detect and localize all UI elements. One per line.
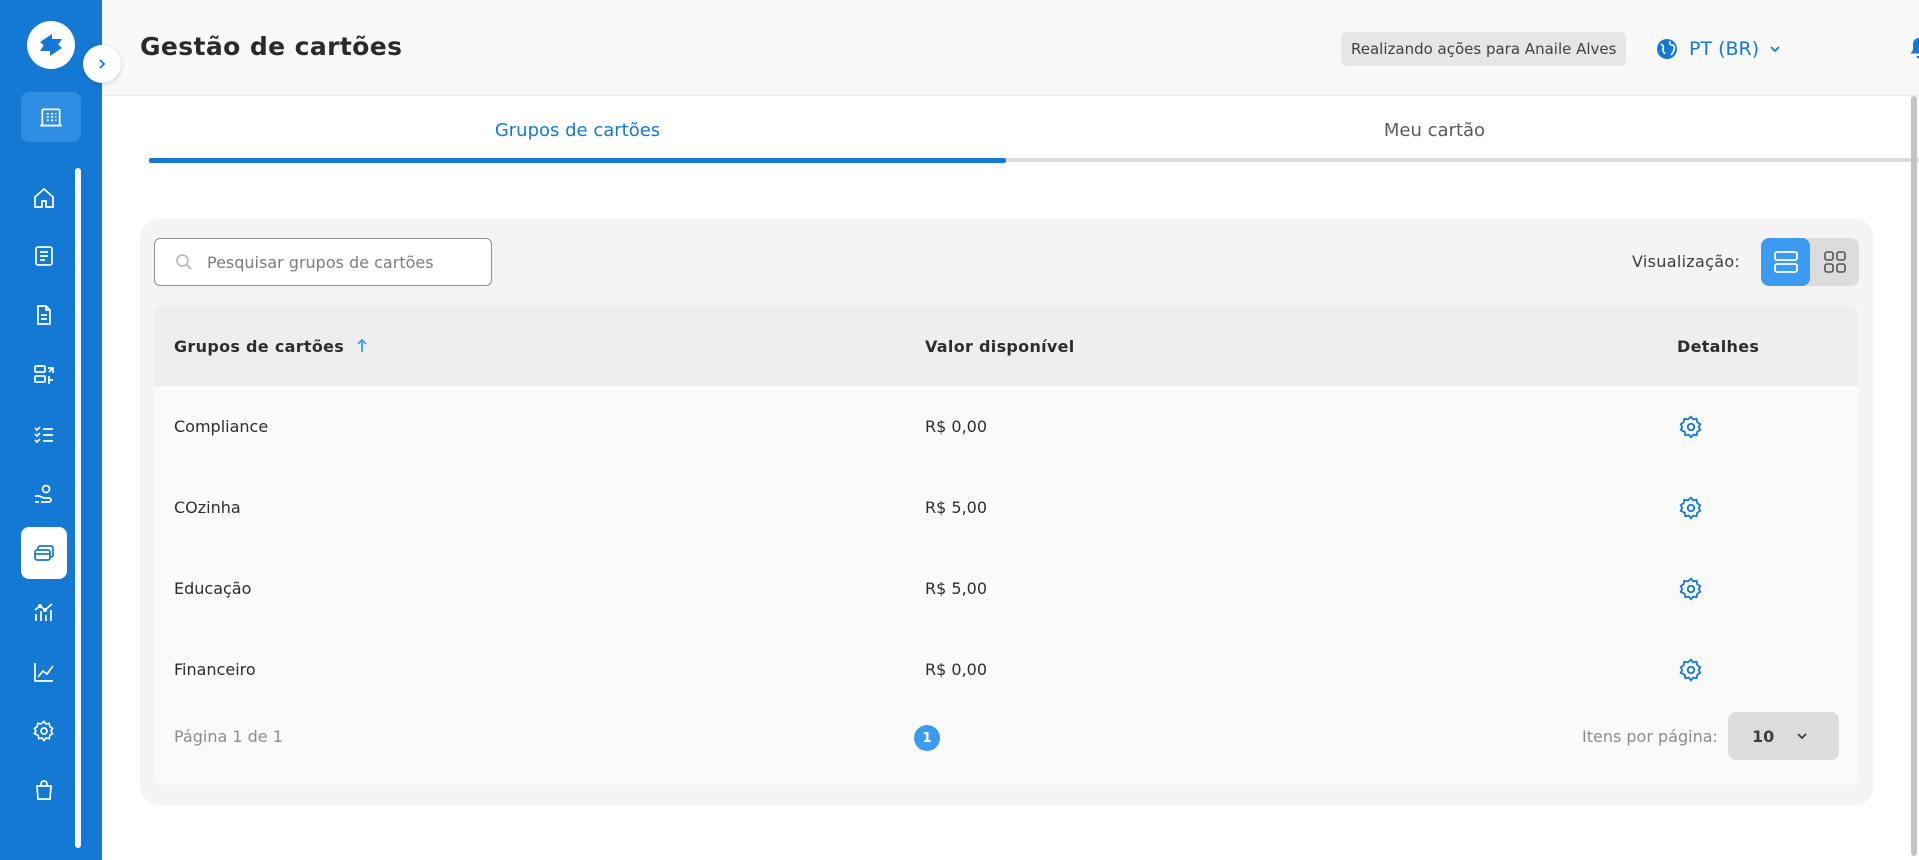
chevron-down-icon [1770, 46, 1780, 53]
tab-active-indicator [149, 158, 1006, 163]
sort-ascending-icon [357, 338, 367, 352]
sidebar [0, 0, 102, 860]
acting-as-badge: Realizando ações para Anaile Alves [1341, 32, 1627, 66]
notifications-button[interactable] [1908, 36, 1919, 64]
table-row: Financeiro R$ 0,00 [154, 629, 1859, 710]
page-title: Gestão de cartões [140, 32, 403, 61]
gear-icon [33, 720, 54, 742]
list-view-icon [1773, 251, 1798, 273]
card-groups-table: Grupos de cartões Valor disponível Detal… [154, 306, 1859, 785]
group-name-cell: COzinha [174, 498, 241, 517]
available-value-cell: R$ 0,00 [925, 660, 988, 679]
items-per-page-value: 10 [1752, 726, 1775, 746]
table-row: Compliance R$ 0,00 [154, 386, 1859, 467]
column-header-group-label: Grupos de cartões [174, 336, 345, 356]
pagination-bar: Página 1 de 1 1 Itens por página: 10 [154, 708, 1859, 768]
sidebar-item-reports[interactable] [21, 646, 67, 698]
list-document-icon [35, 246, 53, 266]
items-per-page-label: Itens por página: [1582, 727, 1718, 746]
bell-icon [1910, 38, 1919, 59]
details-button[interactable] [1678, 629, 1704, 710]
column-header-group[interactable]: Grupos de cartões [174, 306, 368, 386]
column-header-details: Detalhes [1677, 336, 1760, 356]
page-scrollbar[interactable] [1911, 96, 1917, 856]
sidebar-item-statements[interactable] [21, 230, 67, 282]
sidebar-expand-button[interactable] [83, 45, 121, 83]
items-per-page-select[interactable]: 10 [1728, 712, 1839, 760]
gear-icon [1679, 414, 1702, 439]
sidebar-item-tasks[interactable] [21, 408, 67, 460]
tab-my-card[interactable]: Meu cartão [1006, 96, 1863, 164]
search-input[interactable] [205, 251, 475, 273]
details-button[interactable] [1678, 548, 1704, 629]
home-icon [34, 187, 54, 208]
table-row: COzinha R$ 5,00 [154, 467, 1859, 548]
available-value-cell: R$ 5,00 [925, 579, 988, 598]
shopping-bag-icon [36, 780, 52, 800]
line-chart-icon [34, 663, 54, 682]
view-mode-toggle [1761, 238, 1859, 286]
available-value-cell: R$ 5,00 [925, 498, 988, 517]
table-header: Grupos de cartões Valor disponível Detal… [154, 306, 1859, 386]
grid-view-icon [1823, 251, 1846, 273]
tab-bar: Grupos de cartões Meu cartão [149, 96, 1919, 164]
sidebar-item-cards[interactable] [21, 527, 67, 579]
search-box[interactable] [154, 238, 492, 286]
chevron-right-icon [99, 59, 106, 69]
sidebar-item-transfers[interactable] [21, 348, 67, 400]
sidebar-item-documents[interactable] [21, 289, 67, 341]
brand-arrows-icon [40, 34, 62, 56]
gear-icon [1679, 657, 1702, 682]
available-value-cell: R$ 0,00 [925, 417, 988, 436]
column-header-value: Valor disponível [925, 336, 1075, 356]
card-groups-panel: Visualização: Grupos de cartões [140, 219, 1873, 805]
page-info: Página 1 de 1 [174, 727, 283, 746]
gear-icon [1679, 576, 1702, 601]
analytics-icon [34, 603, 53, 621]
search-icon [176, 254, 192, 270]
table-row: Educação R$ 5,00 [154, 548, 1859, 629]
sidebar-item-home[interactable] [21, 172, 67, 224]
checklist-icon [34, 426, 53, 444]
language-selector[interactable]: PT (BR) [1655, 34, 1781, 64]
details-button[interactable] [1678, 386, 1704, 467]
gear-icon [1679, 495, 1702, 520]
company-button[interactable] [21, 92, 81, 142]
cards-icon [34, 545, 54, 561]
group-name-cell: Compliance [174, 417, 269, 436]
tab-card-groups[interactable]: Grupos de cartões [149, 96, 1006, 164]
sidebar-item-settings[interactable] [21, 705, 67, 757]
grid-view-button[interactable] [1810, 238, 1859, 286]
document-icon [37, 305, 51, 325]
hand-coin-icon [35, 484, 52, 503]
group-name-cell: Educação [174, 579, 252, 598]
top-header: Gestão de cartões Realizando ações para … [102, 0, 1919, 96]
list-view-button[interactable] [1761, 238, 1810, 286]
sidebar-item-benefits[interactable] [21, 468, 67, 520]
page-number-button[interactable]: 1 [914, 725, 940, 751]
brand-logo[interactable] [27, 21, 75, 69]
details-button[interactable] [1678, 467, 1704, 548]
building-icon [40, 108, 62, 127]
globe-icon [1657, 39, 1677, 59]
group-name-cell: Financeiro [174, 660, 256, 679]
sidebar-item-analytics[interactable] [21, 586, 67, 638]
transfer-icon [34, 365, 54, 384]
sidebar-scrollbar[interactable] [75, 168, 81, 848]
view-mode-label: Visualização: [1632, 252, 1741, 271]
sidebar-item-store[interactable] [21, 764, 67, 816]
language-label: PT (BR) [1689, 38, 1760, 60]
chevron-down-icon [1797, 733, 1807, 740]
